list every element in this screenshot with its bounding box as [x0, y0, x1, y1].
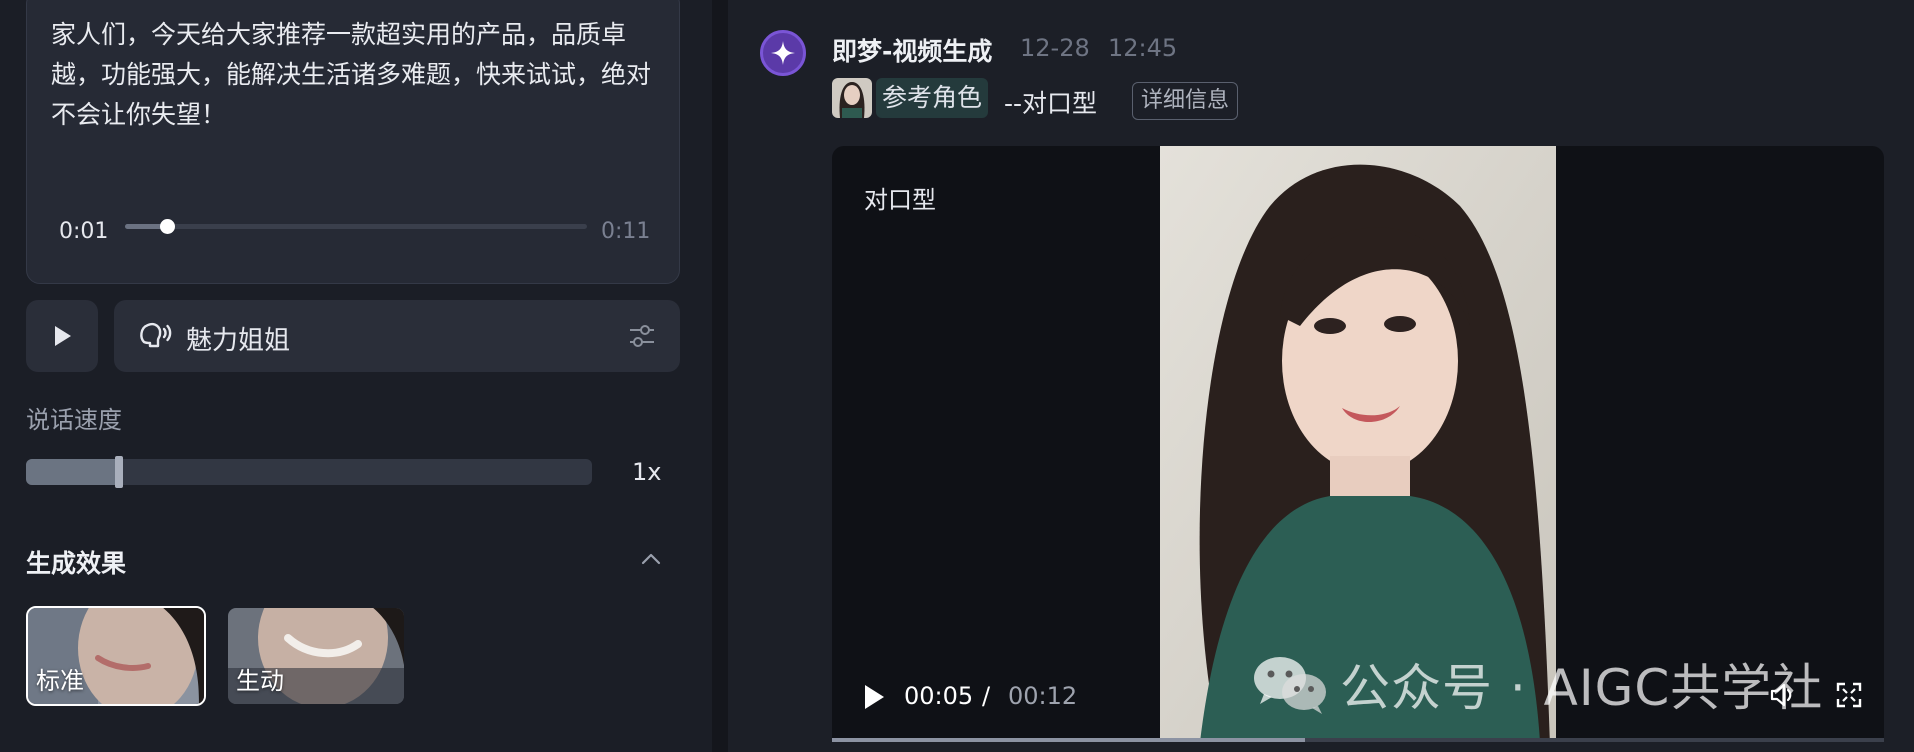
script-text[interactable]: 家人们，今天给大家推荐一款超实用的产品，品质卓越，功能强大，能解决生活诸多难题，…	[51, 15, 657, 135]
voice-selector[interactable]: 魅力姐姐	[114, 300, 680, 372]
speed-slider[interactable]	[26, 456, 592, 488]
speed-slider-fill	[26, 459, 120, 485]
effect-option-vivid[interactable]: 生动	[226, 606, 406, 706]
bot-name: 即梦-视频生成	[832, 37, 993, 66]
panel-divider	[712, 0, 728, 752]
video-current-time: 00:05	[904, 682, 974, 710]
chat-panel: 即梦-视频生成 12-28 12:45 参考角色 --对口型 详细信息 对口型 …	[728, 0, 1914, 752]
audio-current-time: 0:01	[59, 219, 109, 244]
voice-label: 魅力姐姐	[186, 326, 291, 356]
reference-role-chip[interactable]: 参考角色	[876, 78, 989, 118]
effect-option-standard[interactable]: 标准	[26, 606, 206, 706]
bot-avatar	[760, 30, 806, 76]
voice-speaking-icon	[140, 322, 172, 348]
video-time-separator: /	[982, 682, 991, 710]
audio-total-time: 0:11	[601, 219, 651, 244]
play-icon[interactable]	[860, 682, 888, 712]
sparkle-icon	[771, 41, 795, 65]
audio-progress-bar[interactable]	[125, 219, 587, 234]
app-root: 家人们，今天给大家推荐一款超实用的产品，品质卓越，功能强大，能解决生活诸多难题，…	[0, 0, 1914, 752]
speed-slider-handle[interactable]	[115, 456, 124, 488]
watermark: 公众号 · AIGC共学社	[1252, 648, 1823, 720]
video-total-time: 00:12	[1008, 682, 1078, 710]
speed-title: 说话速度	[26, 406, 122, 434]
wechat-logo-icon	[1254, 657, 1326, 714]
effect-title: 生成效果	[26, 549, 127, 578]
speed-value: 1x	[632, 458, 662, 486]
video-progress-fill	[832, 738, 1306, 742]
reference-thumbnail[interactable]	[832, 78, 872, 118]
detail-info-button[interactable]: 详细信息	[1132, 82, 1239, 120]
message-time: 12:45	[1108, 34, 1178, 62]
effect-label-standard: 标准	[36, 667, 84, 695]
settings-panel: 家人们，今天给大家推荐一款超实用的产品，品质卓越，功能强大，能解决生活诸多难题，…	[0, 0, 712, 752]
reference-type: --对口型	[1004, 89, 1098, 118]
adjust-settings-icon[interactable]	[628, 322, 656, 350]
effect-label-vivid: 生动	[236, 667, 284, 695]
script-card: 家人们，今天给大家推荐一款超实用的产品，品质卓越，功能强大，能解决生活诸多难题，…	[26, 0, 680, 284]
fullscreen-icon[interactable]	[1834, 680, 1864, 710]
chevron-up-icon[interactable]	[640, 548, 662, 570]
reference-portrait-image	[832, 78, 872, 118]
video-progress-bar[interactable]	[832, 738, 1884, 742]
play-icon	[55, 326, 71, 346]
watermark-text: 公众号 · AIGC共学社	[1340, 659, 1824, 717]
audio-progress-thumb[interactable]	[159, 219, 175, 234]
message-date: 12-28	[1020, 34, 1090, 62]
preview-play-button[interactable]	[26, 300, 98, 372]
video-overlay-label: 对口型	[864, 186, 936, 214]
